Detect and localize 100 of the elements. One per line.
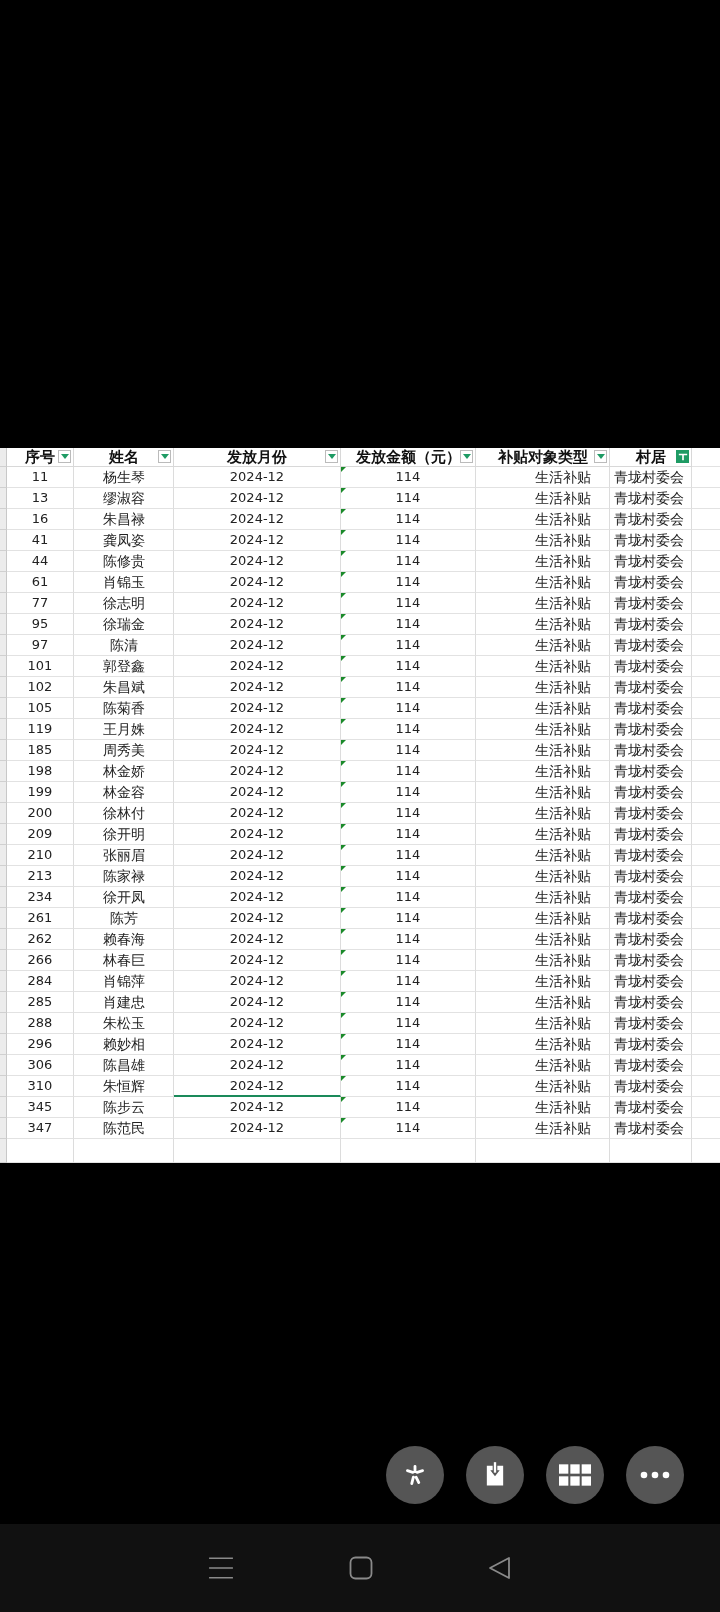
table-cell: 生活补贴 [535, 930, 591, 948]
table-cell: 陈家禄 [102, 867, 145, 885]
table-cell: 209 [27, 825, 53, 843]
table-cell: 青垅村委会 [614, 783, 684, 801]
table-cell: 114 [395, 1056, 421, 1074]
table-cell: 114 [395, 1119, 421, 1137]
table-cell: 234 [27, 888, 53, 906]
filter-button[interactable] [58, 450, 71, 463]
table-cell: 114 [395, 867, 421, 885]
table-cell: 296 [27, 1035, 53, 1053]
table-cell: 青垅村委会 [614, 657, 684, 675]
table-cell: 青垅村委会 [614, 867, 684, 885]
table-cell: 生活补贴 [535, 468, 591, 486]
table-cell: 213 [27, 867, 53, 885]
table-cell: 262 [27, 930, 53, 948]
caret-icon [327, 454, 336, 459]
table-cell: 2024-12 [229, 594, 285, 612]
table-cell: 77 [31, 594, 49, 612]
table-cell: 285 [27, 993, 53, 1011]
table-cell: 2024-12 [229, 846, 285, 864]
table-cell: 114 [395, 804, 421, 822]
table-cell: 生活补贴 [535, 741, 591, 759]
table-cell: 345 [27, 1098, 53, 1116]
caret-icon [160, 454, 169, 459]
home-icon[interactable] [349, 1556, 373, 1580]
table-cell: 2024-12 [229, 510, 285, 528]
table-cell: 青垅村委会 [614, 972, 684, 990]
table-cell: 185 [27, 741, 53, 759]
filter-button[interactable] [325, 450, 338, 463]
table-cell: 114 [395, 741, 421, 759]
table-cell: 生活补贴 [535, 615, 591, 633]
filter-button[interactable] [676, 450, 689, 463]
table-cell: 16 [31, 510, 49, 528]
table-cell: 生活补贴 [535, 804, 591, 822]
column-header: 发放金额（元） [355, 448, 461, 466]
table-cell: 41 [31, 531, 49, 549]
table-cell: 347 [27, 1119, 53, 1137]
table-cell: 生活补贴 [535, 594, 591, 612]
table-cell: 198 [27, 762, 53, 780]
table-cell: 青垅村委会 [614, 531, 684, 549]
table-cell: 119 [27, 720, 53, 738]
download-button[interactable] [466, 1446, 524, 1504]
back-icon[interactable] [488, 1556, 513, 1580]
table-cell: 114 [395, 888, 421, 906]
table-cell: 11 [31, 468, 49, 486]
table-cell: 生活补贴 [535, 699, 591, 717]
table-cell: 张丽眉 [102, 846, 145, 864]
table-cell: 青垅村委会 [614, 573, 684, 591]
table-cell: 2024-12 [229, 741, 285, 759]
table-cell: 2024-12 [229, 804, 285, 822]
table-cell: 朱松玉 [102, 1014, 145, 1032]
more-icon [640, 1471, 670, 1479]
table-cell: 114 [395, 531, 421, 549]
table-cell: 13 [31, 489, 49, 507]
table-cell: 2024-12 [229, 888, 285, 906]
table-cell: 199 [27, 783, 53, 801]
table-cell: 114 [395, 930, 421, 948]
table-cell: 青垅村委会 [614, 720, 684, 738]
table-cell: 114 [395, 468, 421, 486]
table-cell: 97 [31, 636, 49, 654]
table-cell: 青垅村委会 [614, 741, 684, 759]
table-cell: 2024-12 [229, 657, 285, 675]
filter-button[interactable] [460, 450, 473, 463]
table-cell: 青垅村委会 [614, 804, 684, 822]
table-cell: 生活补贴 [535, 1119, 591, 1137]
table-cell: 生活补贴 [535, 1098, 591, 1116]
table-cell: 2024-12 [229, 678, 285, 696]
table-cell: 王月姝 [102, 720, 145, 738]
table-cell: 310 [27, 1077, 53, 1095]
filter-button[interactable] [594, 450, 607, 463]
table-cell: 青垅村委会 [614, 909, 684, 927]
table-cell: 生活补贴 [535, 762, 591, 780]
table-cell: 陈菊香 [102, 699, 145, 717]
filter-button[interactable] [158, 450, 171, 463]
table-cell: 陈范民 [102, 1119, 145, 1137]
table-cell: 2024-12 [229, 993, 285, 1011]
table-cell: 200 [27, 804, 53, 822]
table-cell: 朱昌禄 [102, 510, 145, 528]
table-cell: 2024-12 [229, 930, 285, 948]
table-cell: 陈修贵 [102, 552, 145, 570]
table-cell: 114 [395, 573, 421, 591]
grid-icon [559, 1464, 591, 1486]
table-cell: 青垅村委会 [614, 699, 684, 717]
table-cell: 266 [27, 951, 53, 969]
table-cell: 青垅村委会 [614, 1056, 684, 1074]
table-cell: 赖春海 [102, 930, 145, 948]
table-cell: 114 [395, 993, 421, 1011]
table-cell: 朱昌斌 [102, 678, 145, 696]
table-cell: 徐林付 [102, 804, 145, 822]
table-cell: 2024-12 [229, 909, 285, 927]
table-cell: 生活补贴 [535, 552, 591, 570]
table-cell: 114 [395, 678, 421, 696]
table-cell: 徐开明 [102, 825, 145, 843]
menu-icon[interactable] [207, 1556, 234, 1580]
table-cell: 青垅村委会 [614, 1119, 684, 1137]
table-cell: 114 [395, 909, 421, 927]
table-cell: 2024-12 [229, 552, 285, 570]
table-cell: 114 [395, 1098, 421, 1116]
table-cell: 生活补贴 [535, 888, 591, 906]
caret-icon [60, 454, 69, 459]
